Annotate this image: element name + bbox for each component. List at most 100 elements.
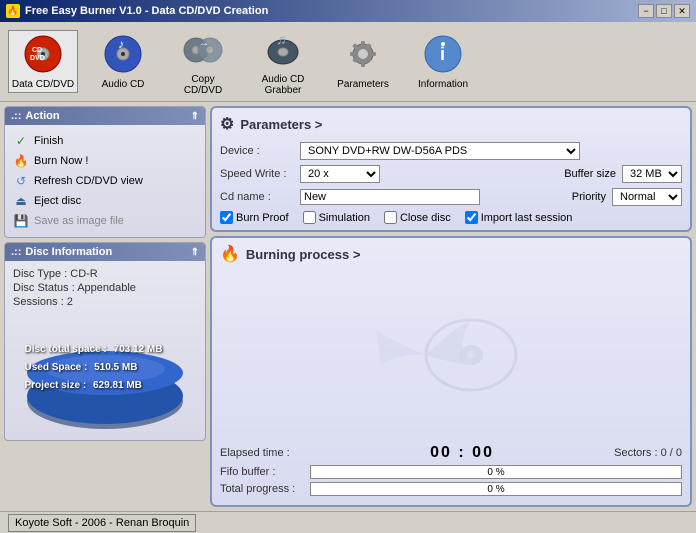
params-gear-icon: ⚙ <box>220 114 234 134</box>
disc-type: Disc Type : CD-R <box>13 267 197 281</box>
close-button[interactable]: ✕ <box>674 4 690 18</box>
toolbar-label-parameters: Parameters <box>337 79 389 90</box>
buffer-select[interactable]: 32 MB <box>622 165 682 183</box>
sectors-label: Sectors : 0 / 0 <box>614 447 682 459</box>
eject-label: Eject disc <box>34 195 81 207</box>
status-bar: Koyote Soft - 2006 - Renan Broquin <box>0 511 696 533</box>
minimize-button[interactable]: − <box>638 4 654 18</box>
window-title: Free Easy Burner V1.0 - Data CD/DVD Crea… <box>25 5 268 17</box>
action-panel-title: Action <box>25 110 59 122</box>
parameters-section: ⚙ Parameters > Device : SONY DVD+RW DW-D… <box>210 106 692 232</box>
cdname-input[interactable] <box>300 189 480 205</box>
burn-now-label: Burn Now ! <box>34 155 88 167</box>
toolbar: CD DVD Data CD/DVD ♪ Audio CD → <box>0 22 696 102</box>
cdname-control <box>300 189 562 205</box>
toolbar-item-audio-cd[interactable]: ♪ Audio CD <box>88 30 158 93</box>
stats-total-row: Total progress : 0 % <box>220 482 682 496</box>
data-cd-dvd-icon: CD DVD <box>22 33 64 75</box>
params-checkboxes-row: Burn Proof Simulation Close disc Import … <box>220 211 682 224</box>
toolbar-item-copy-cd-dvd[interactable]: → Copy CD/DVD <box>168 25 238 99</box>
disc-info-panel-header: .:: Disc Information ⇑ <box>5 243 205 261</box>
simulation-checkbox[interactable] <box>303 211 316 224</box>
toolbar-item-information[interactable]: i Information <box>408 30 478 93</box>
disc-info-panel-bullets: .:: <box>11 246 21 258</box>
chart-used-val: 510.5 MB <box>94 362 137 373</box>
import-last-checkbox[interactable] <box>465 211 478 224</box>
elapsed-value: 00 : 00 <box>310 444 614 462</box>
svg-text:♪: ♪ <box>118 37 124 51</box>
burn-proof-checkbox[interactable] <box>220 211 233 224</box>
priority-group: Priority Normal <box>572 188 682 206</box>
toolbar-label-audio-grabber: Audio CD Grabber <box>251 74 315 96</box>
disc-sessions: Sessions : 2 <box>13 295 197 309</box>
speed-select[interactable]: 20 x <box>300 165 380 183</box>
disc-status: Disc Status : Appendable <box>13 281 197 295</box>
chart-project-row: Project size : 629.81 MB <box>25 377 163 395</box>
information-icon: i <box>422 33 464 75</box>
action-panel: .:: Action ⇑ ✓ Finish 🔥 Burn Now ! ↺ Ref… <box>4 106 206 238</box>
disc-info-collapse[interactable]: ⇑ <box>191 247 199 258</box>
action-panel-collapse[interactable]: ⇑ <box>191 111 199 122</box>
simulation-label: Simulation <box>319 212 370 224</box>
burning-title: 🔥 Burning process > <box>220 244 682 264</box>
elapsed-label: Elapsed time : <box>220 447 310 459</box>
device-control: SONY DVD+RW DW-D56A PDS <box>300 142 682 160</box>
action-panel-header: .:: Action ⇑ <box>5 107 205 125</box>
burning-logo-svg <box>371 310 531 400</box>
device-label: Device : <box>220 145 300 157</box>
action-eject[interactable]: ⏏ Eject disc <box>13 191 197 211</box>
toolbar-label-data-cd-dvd: Data CD/DVD <box>12 79 74 90</box>
toolbar-item-audio-grabber[interactable]: ♫ Audio CD Grabber <box>248 25 318 99</box>
priority-label: Priority <box>572 191 606 203</box>
status-bar-text: Koyote Soft - 2006 - Renan Broquin <box>15 517 189 529</box>
svg-text:i: i <box>440 44 445 64</box>
params-device-row: Device : SONY DVD+RW DW-D56A PDS <box>220 142 682 160</box>
simulation-checkbox-item: Simulation <box>303 211 370 224</box>
refresh-label: Refresh CD/DVD view <box>34 175 143 187</box>
action-finish[interactable]: ✓ Finish <box>13 131 197 151</box>
burning-icon: 🔥 <box>220 244 240 264</box>
action-save-image: 💾 Save as image file <box>13 211 197 231</box>
disc-info-panel-title: Disc Information <box>25 246 112 258</box>
close-disc-checkbox-item: Close disc <box>384 211 451 224</box>
burn-now-icon: 🔥 <box>13 153 29 169</box>
eject-icon: ⏏ <box>13 193 29 209</box>
toolbar-item-data-cd-dvd[interactable]: CD DVD Data CD/DVD <box>8 30 78 93</box>
toolbar-item-parameters[interactable]: Parameters <box>328 30 398 93</box>
buffer-group: Buffer size 32 MB <box>564 165 682 183</box>
burning-title-text: Burning process > <box>246 247 361 262</box>
copy-cd-dvd-icon: → <box>182 28 224 70</box>
action-refresh[interactable]: ↺ Refresh CD/DVD view <box>13 171 197 191</box>
window-controls: − □ ✕ <box>638 4 690 18</box>
sectors-value: 0 / 0 <box>661 447 682 459</box>
speed-label: Speed Write : <box>220 168 300 180</box>
toolbar-label-information: Information <box>418 79 468 90</box>
device-select[interactable]: SONY DVD+RW DW-D56A PDS <box>300 142 580 160</box>
total-progress-bar: 0 % <box>310 482 682 496</box>
stats-elapsed-row: Elapsed time : 00 : 00 Sectors : 0 / 0 <box>220 444 682 462</box>
speed-control: 20 x <box>300 165 554 183</box>
total-label: Total progress : <box>220 483 310 495</box>
finish-label: Finish <box>34 135 63 147</box>
burn-proof-checkbox-item: Burn Proof <box>220 211 289 224</box>
close-disc-checkbox[interactable] <box>384 211 397 224</box>
action-burn-now[interactable]: 🔥 Burn Now ! <box>13 151 197 171</box>
audio-grabber-icon: ♫ <box>262 28 304 70</box>
left-panel: .:: Action ⇑ ✓ Finish 🔥 Burn Now ! ↺ Ref… <box>0 102 210 511</box>
action-panel-body: ✓ Finish 🔥 Burn Now ! ↺ Refresh CD/DVD v… <box>5 125 205 237</box>
svg-text:DVD: DVD <box>30 55 45 62</box>
total-percent: 0 % <box>311 483 681 497</box>
maximize-button[interactable]: □ <box>656 4 672 18</box>
fifo-percent: 0 % <box>311 466 681 480</box>
sectors-label-text: Sectors : <box>614 447 657 459</box>
burning-animation-area <box>220 270 682 440</box>
burning-stats: Elapsed time : 00 : 00 Sectors : 0 / 0 F… <box>220 444 682 499</box>
cdname-label: Cd name : <box>220 191 300 203</box>
disc-info-body: Disc Type : CD-R Disc Status : Appendabl… <box>5 261 205 315</box>
chart-project-val: 629.81 MB <box>93 380 142 391</box>
toolbar-label-audio-cd: Audio CD <box>102 79 145 90</box>
priority-select[interactable]: Normal <box>612 188 682 206</box>
buffer-label: Buffer size <box>564 168 616 180</box>
chart-labels-overlay: Disc total space : 703.12 MB Used Space … <box>25 341 163 395</box>
parameters-icon <box>342 33 384 75</box>
